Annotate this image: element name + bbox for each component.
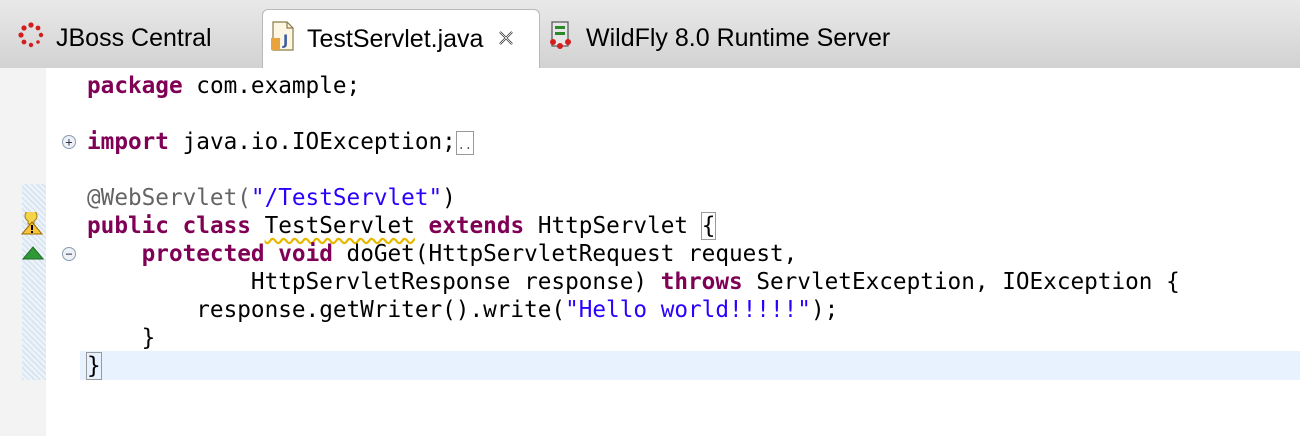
code-segment: HttpServlet — [524, 213, 702, 239]
matching-brace: { — [700, 212, 717, 240]
code-segment: doGet(HttpServletRequest request, — [332, 241, 798, 267]
code-segment: HttpServletResponse response) — [250, 269, 661, 295]
code-segment: com.example; — [182, 73, 361, 99]
tab-wildfly-server[interactable]: WildFly 8.0 Runtime Server — [540, 9, 920, 68]
jboss-central-icon — [18, 22, 44, 55]
string-literal: "Hello world!!!!!" — [565, 297, 811, 323]
keyword: throws — [660, 269, 743, 295]
keyword: package — [87, 73, 183, 99]
expand-icon[interactable]: + — [62, 135, 76, 149]
server-icon — [548, 20, 574, 57]
code-line-1: package com.example; — [87, 72, 360, 100]
code-line-6: public class TestServlet extends HttpSer… — [87, 212, 717, 240]
tab-label: WildFly 8.0 Runtime Server — [586, 24, 891, 52]
keyword: public — [87, 213, 169, 239]
code-line-10: } — [87, 325, 156, 351]
current-line-highlight — [80, 351, 1300, 380]
matching-brace: } — [86, 352, 102, 380]
code-segment: ServletException, IOException { — [742, 269, 1180, 295]
code-editor[interactable]: + − package com.example; import java.io.… — [0, 68, 1300, 436]
code-segment: ); — [810, 297, 839, 323]
svg-text:J: J — [282, 33, 288, 49]
warning-icon[interactable] — [20, 209, 44, 241]
keyword: void — [278, 241, 333, 267]
tab-testservlet-java[interactable]: J TestServlet.java — [262, 9, 540, 69]
annotation: @WebServlet( — [87, 185, 251, 211]
code-segment: ) — [442, 185, 456, 211]
java-file-icon: J — [271, 21, 295, 58]
tab-jboss-central[interactable]: JBoss Central — [0, 9, 262, 68]
tab-label: TestServlet.java — [307, 25, 484, 53]
code-line-11: } — [86, 352, 102, 380]
code-line-3: import java.io.IOException;.. — [87, 128, 474, 156]
keyword: import — [87, 129, 169, 155]
editor-tab-bar: JBoss Central J TestServlet.java WildFly… — [0, 0, 1300, 69]
keyword: class — [182, 213, 251, 239]
collapse-icon[interactable]: − — [62, 247, 76, 261]
folded-imports-indicator[interactable]: .. — [455, 130, 474, 155]
code-line-7: protected void doGet(HttpServletRequest … — [87, 240, 798, 268]
code-line-5: @WebServlet("/TestServlet") — [87, 184, 456, 212]
code-line-9: response.getWriter().write("Hello world!… — [87, 296, 838, 324]
close-icon[interactable] — [497, 27, 515, 53]
override-arrow-icon[interactable] — [21, 246, 45, 265]
code-line-8: HttpServletResponse response) throws Ser… — [87, 268, 1180, 296]
keyword: extends — [428, 213, 525, 239]
string-literal: "/TestServlet" — [250, 185, 443, 211]
class-name: TestServlet — [264, 213, 415, 239]
code-segment: java.io.IOException; — [168, 129, 456, 155]
tab-label: JBoss Central — [56, 24, 212, 52]
keyword: protected — [141, 241, 265, 267]
code-segment: response.getWriter().write( — [87, 297, 566, 323]
